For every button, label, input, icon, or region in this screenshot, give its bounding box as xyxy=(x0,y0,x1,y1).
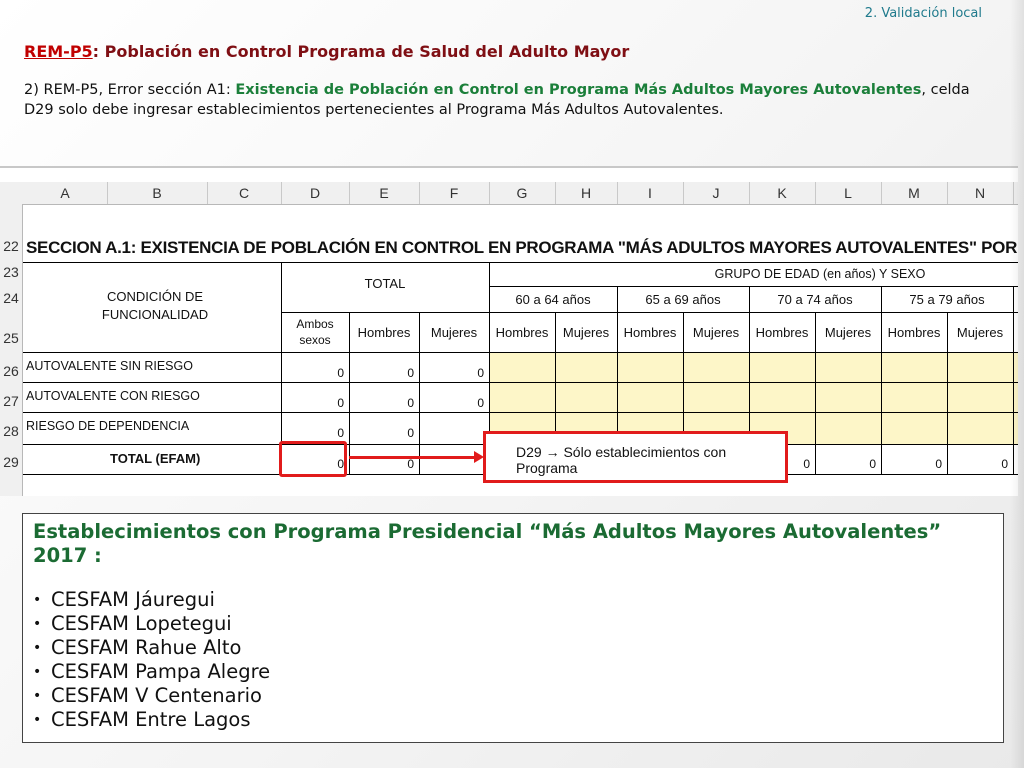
row-number-25: 25 xyxy=(3,330,19,346)
mujeres-header: Mujeres xyxy=(824,325,872,340)
grid-line xyxy=(617,286,618,444)
heading-rest: : Población en Control Programa de Salud… xyxy=(92,42,630,61)
cell-e26: 0 xyxy=(407,366,414,380)
section-a1-title: SECCION A.1: EXISTENCIA DE POBLACIÓN EN … xyxy=(26,238,1018,257)
col-header-c: C xyxy=(207,182,282,204)
grid-line xyxy=(281,312,1018,313)
col-header-h: H xyxy=(555,182,618,204)
row-label-riesgo-dependencia: RIESGO DE DEPENDENCIA xyxy=(26,419,190,433)
condicion-header: CONDICIÓN DE FUNCIONALIDAD xyxy=(101,289,209,322)
cell-l29: 0 xyxy=(869,457,876,471)
age-group-65-69: 65 a 69 años xyxy=(645,292,721,307)
grid-line xyxy=(489,286,1018,287)
row-label-autovalente-sin-riesgo: AUTOVALENTE SIN RIESGO xyxy=(26,359,193,373)
section-label: 2. Validación local xyxy=(864,6,982,21)
col-header-l: L xyxy=(815,182,882,204)
hombres-header: Hombres xyxy=(495,325,549,340)
total-mujeres-header: Mujeres xyxy=(430,325,478,340)
col-header-a: A xyxy=(23,182,108,204)
col-header-f: F xyxy=(419,182,490,204)
mujeres-header: Mujeres xyxy=(956,325,1004,340)
row-number-column: 22 23 24 25 26 27 28 29 xyxy=(0,204,23,496)
error-description: 2) REM-P5, Error sección A1: Existencia … xyxy=(24,80,984,120)
grid-line xyxy=(23,412,1018,413)
mujeres-header: Mujeres xyxy=(692,325,740,340)
col-header-g: G xyxy=(489,182,556,204)
age-group-70-74: 70 a 74 años xyxy=(777,292,853,307)
list-item: CESFAM V Centenario xyxy=(33,684,993,708)
list-item: CESFAM Jáuregui xyxy=(33,588,993,612)
age-group-75-79: 75 a 79 años xyxy=(909,292,985,307)
cell-d26: 0 xyxy=(337,366,344,380)
establishment-list: CESFAM Jáuregui CESFAM Lopetegui CESFAM … xyxy=(33,588,993,732)
column-header-row: A B C D E F G H I J K L M N xyxy=(0,182,1018,205)
cell-f26: 0 xyxy=(477,366,484,380)
sheet-top-border xyxy=(0,166,1018,168)
list-item: CESFAM Rahue Alto xyxy=(33,636,993,660)
desc-prefix: 2) REM-P5, Error sección A1: xyxy=(24,82,236,98)
total-hombres-header: Hombres xyxy=(357,325,411,340)
col-header-j: J xyxy=(683,182,750,204)
col-header-b: B xyxy=(107,182,208,204)
cell-m29: 0 xyxy=(935,457,942,471)
age-group-60-64: 60 a 64 años xyxy=(515,292,591,307)
grid-line xyxy=(23,352,1018,353)
cell-f27: 0 xyxy=(477,396,484,410)
cell-k29: 0 xyxy=(803,457,810,471)
grid-line xyxy=(23,262,1018,263)
ambos-sexos-header: Ambos sexos xyxy=(296,317,334,347)
arrow-icon xyxy=(349,456,479,459)
row-number-28: 28 xyxy=(3,423,19,439)
cell-d27: 0 xyxy=(337,396,344,410)
desc-highlight: Existencia de Población en Control en Pr… xyxy=(235,82,922,98)
list-item: CESFAM Lopetegui xyxy=(33,612,993,636)
program-title: Establecimientos con Programa Presidenci… xyxy=(33,520,942,567)
hombres-header: Hombres xyxy=(887,325,941,340)
col-header-m: M xyxy=(881,182,948,204)
col-header-e: E xyxy=(349,182,420,204)
spreadsheet-screenshot: A B C D E F G H I J K L M N 22 23 24 25 … xyxy=(0,166,1018,496)
program-establishments-box: Establecimientos con Programa Presidenci… xyxy=(22,513,1004,743)
cell-e28: 0 xyxy=(407,426,414,440)
hombres-header: Hombres xyxy=(623,325,677,340)
cell-e29: 0 xyxy=(407,457,414,471)
grid-line xyxy=(749,286,750,444)
row-number-24: 24 xyxy=(3,290,19,306)
row-number-23: 23 xyxy=(3,264,19,280)
grid-line xyxy=(881,286,882,474)
grupo-edad-header: GRUPO DE EDAD (en años) Y SEXO xyxy=(714,267,926,281)
d29-callout: D29 → Sólo establecimientos con Programa xyxy=(483,431,788,483)
d29-highlight-box xyxy=(279,441,347,477)
col-header-k: K xyxy=(749,182,816,204)
row-number-22: 22 xyxy=(3,238,19,254)
total-header: TOTAL xyxy=(364,276,406,291)
mujeres-header: Mujeres xyxy=(562,325,610,340)
row-number-29: 29 xyxy=(3,454,19,470)
col-header-i: I xyxy=(617,182,684,204)
grid-line xyxy=(23,382,1018,383)
list-item: CESFAM Entre Lagos xyxy=(33,708,993,732)
list-item: CESFAM Pampa Alegre xyxy=(33,660,993,684)
cell-d28: 0 xyxy=(337,426,344,440)
col-header-d: D xyxy=(281,182,350,204)
row-number-26: 26 xyxy=(3,363,19,379)
hombres-header: Hombres xyxy=(755,325,809,340)
slide-edge-shadow xyxy=(1010,0,1024,768)
row-label-total-efam: TOTAL (EFAM) xyxy=(110,451,201,466)
page-heading: REM-P5: Población en Control Programa de… xyxy=(24,42,629,61)
row-number-27: 27 xyxy=(3,393,19,409)
row-label-autovalente-con-riesgo: AUTOVALENTE CON RIESGO xyxy=(26,389,200,403)
heading-code: REM-P5 xyxy=(24,42,93,61)
cell-e27: 0 xyxy=(407,396,414,410)
cell-n29: 0 xyxy=(1001,457,1008,471)
col-header-n: N xyxy=(947,182,1014,204)
